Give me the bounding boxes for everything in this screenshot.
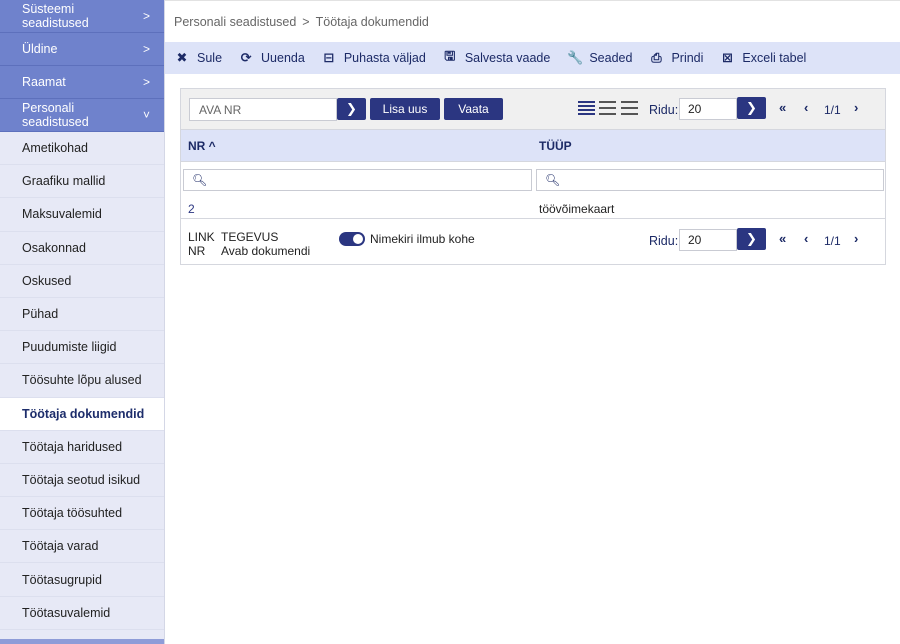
nr-filter-input[interactable]: 🔍︎ <box>183 169 532 191</box>
chevron-right-icon: > <box>142 9 150 23</box>
toolbar: ✖ Sule ⟳ Uuenda ⊟ Puhasta väljad 🖫 Salvesta … <box>165 42 900 74</box>
excel-export-button[interactable]: ⊠ Exceli tabel <box>720 50 806 66</box>
print-button[interactable]: ⎙ Prindi <box>649 50 703 66</box>
row-nr-link[interactable]: 2 <box>188 202 195 216</box>
chevron-right-icon: > <box>142 42 150 56</box>
printer-icon: ⎙ <box>651 50 662 65</box>
search-icon: 🔍︎ <box>192 173 208 187</box>
sidebar-item-pay-formulas[interactable]: Töötasuvalemid <box>0 597 164 630</box>
open-nr-go-button[interactable]: ❯ <box>337 98 366 120</box>
table-header: NR ^ TÜÜP <box>181 129 885 162</box>
chevron-down-icon: ˅ <box>142 108 150 122</box>
add-new-button[interactable]: Lisa uus <box>370 98 440 120</box>
sidebar-item-departments[interactable]: Osakonnad <box>0 232 164 265</box>
save-view-button-label: Salvesta vaade <box>464 51 551 65</box>
view-button[interactable]: Vaata <box>444 98 503 120</box>
sidebar: Süsteemi seadistused > Üldine > Raamat > Pe… <box>0 0 165 644</box>
close-button[interactable]: ✖ Sule <box>175 50 222 66</box>
close-button-label: Sule <box>197 51 223 65</box>
rows-apply-button-bottom[interactable]: ❯ <box>737 228 766 250</box>
type-filter-input[interactable]: 🔍︎ <box>536 169 884 191</box>
footer-action-label: TEGEVUS <box>221 230 279 244</box>
column-header-nr[interactable]: NR ^ <box>188 130 216 161</box>
excel-file-icon: ⊠ <box>721 50 733 65</box>
breadcrumb-current: Töötaja dokumendid <box>315 14 429 29</box>
excel-export-button-label: Exceli tabel <box>742 51 807 65</box>
sidebar-item-pay-groups[interactable]: Töötasugrupid <box>0 563 164 597</box>
chevron-right-icon: ❯ <box>746 231 757 246</box>
footer-link-label: LINK <box>188 230 215 244</box>
first-page-icon[interactable]: « <box>779 100 786 115</box>
close-icon: ✖ <box>176 50 188 65</box>
sidebar-category-system[interactable]: Süsteemi seadistused > <box>0 0 164 33</box>
row-type: töövõimekaart <box>539 202 615 216</box>
sidebar-item-employee-assets[interactable]: Töötaja varad <box>0 530 164 564</box>
open-nr-input[interactable]: AVA NR <box>189 98 337 121</box>
list-immediately-toggle[interactable] <box>339 232 365 246</box>
sidebar-item-positions[interactable]: Ametikohad <box>0 132 164 166</box>
prev-page-icon[interactable]: ‹ <box>804 100 808 115</box>
chevron-right-icon: > <box>142 75 150 89</box>
page-indicator-bottom: 1/1 <box>824 234 841 248</box>
sidebar-category-general[interactable]: Üldine > <box>0 33 164 66</box>
refresh-icon: ⟳ <box>240 50 252 65</box>
floppy-disk-icon: 🖫 <box>444 48 456 63</box>
sidebar-item-employee-documents[interactable]: Töötaja dokumendid <box>0 397 164 431</box>
footer-nr-label: NR <box>188 244 206 258</box>
wrench-icon: 🔧 <box>567 50 584 65</box>
breadcrumb: Personali seadistused > Töötaja dokumend… <box>165 0 900 42</box>
refresh-button-label: Uuenda <box>261 51 305 65</box>
rows-label-bottom: Ridu: <box>649 234 679 248</box>
footer-action-value[interactable]: Avab dokumendi <box>221 244 310 258</box>
sidebar-category-ledger[interactable]: Raamat > <box>0 66 164 99</box>
refresh-button[interactable]: ⟳ Uuenda <box>239 50 305 66</box>
footer-row: LINK NR TEGEVUS Avab dokumendi Nimekiri … <box>181 220 885 264</box>
sidebar-item-skills[interactable]: Oskused <box>0 265 164 298</box>
next-page-icon[interactable]: › <box>854 231 858 246</box>
rows-label: Ridu: <box>649 103 679 117</box>
sidebar-item-employee-employments[interactable]: Töötaja töösuhted <box>0 497 164 531</box>
sidebar-item-employee-education[interactable]: Töötaja haridused <box>0 431 164 464</box>
chevron-right-icon: ❯ <box>346 101 357 116</box>
rows-per-page-input-bottom[interactable]: 20 <box>679 229 737 251</box>
sidebar-category-label: Personali seadistused <box>22 101 89 129</box>
density-compact-icon[interactable] <box>578 101 595 115</box>
controls-row: AVA NR ❯ Lisa uus Vaata Ridu: 20 ❯ « ‹ 1… <box>181 89 885 129</box>
sidebar-category-label: Üldine <box>22 42 58 56</box>
sidebar-item-absence-types[interactable]: Puudumiste liigid <box>0 331 164 365</box>
sidebar-item-tax-formulas[interactable]: Maksuvalemid <box>0 198 164 232</box>
next-page-icon[interactable]: › <box>854 100 858 115</box>
chevron-right-icon: ❯ <box>746 100 757 115</box>
column-header-type[interactable]: TÜÜP <box>539 130 572 161</box>
search-icon: 🔍︎ <box>545 173 561 187</box>
toggle-label: Nimekiri ilmub kohe <box>370 232 475 246</box>
first-page-icon[interactable]: « <box>779 231 786 246</box>
filter-row: 🔍︎ 🔍︎ <box>181 162 885 195</box>
documents-panel: AVA NR ❯ Lisa uus Vaata Ridu: 20 ❯ « ‹ 1… <box>180 88 886 265</box>
density-wide-icon[interactable] <box>621 101 638 115</box>
minus-square-icon: ⊟ <box>323 50 335 65</box>
density-normal-icon[interactable] <box>599 101 616 115</box>
clear-fields-button-label: Puhasta väljad <box>343 51 426 65</box>
page-indicator: 1/1 <box>824 103 841 117</box>
sidebar-bottom-edge <box>0 639 164 644</box>
sidebar-item-termination-grounds[interactable]: Töösuhte lõpu alused <box>0 364 164 398</box>
print-button-label: Prindi <box>671 51 704 65</box>
rows-apply-button[interactable]: ❯ <box>737 97 766 119</box>
sidebar-category-personnel[interactable]: Personali seadistused ˅ <box>0 99 164 132</box>
settings-button[interactable]: 🔧 Seaded <box>567 50 632 66</box>
sidebar-item-employee-related-persons[interactable]: Töötaja seotud isikud <box>0 464 164 498</box>
rows-per-page-input[interactable]: 20 <box>679 98 737 120</box>
sidebar-item-schedule-templates[interactable]: Graafiku mallid <box>0 165 164 199</box>
prev-page-icon[interactable]: ‹ <box>804 231 808 246</box>
clear-fields-button[interactable]: ⊟ Puhasta väljad <box>322 50 426 66</box>
sidebar-category-label: Süsteemi seadistused <box>22 2 89 30</box>
breadcrumb-parent[interactable]: Personali seadistused <box>174 15 296 29</box>
save-view-button[interactable]: 🖫 Salvesta vaade <box>443 47 550 69</box>
table-row[interactable]: 2 töövõimekaart <box>181 195 885 219</box>
sidebar-category-label: Raamat <box>22 75 66 89</box>
breadcrumb-separator: > <box>302 14 310 29</box>
settings-button-label: Seaded <box>589 51 633 65</box>
sidebar-item-holidays[interactable]: Pühad <box>0 298 164 332</box>
